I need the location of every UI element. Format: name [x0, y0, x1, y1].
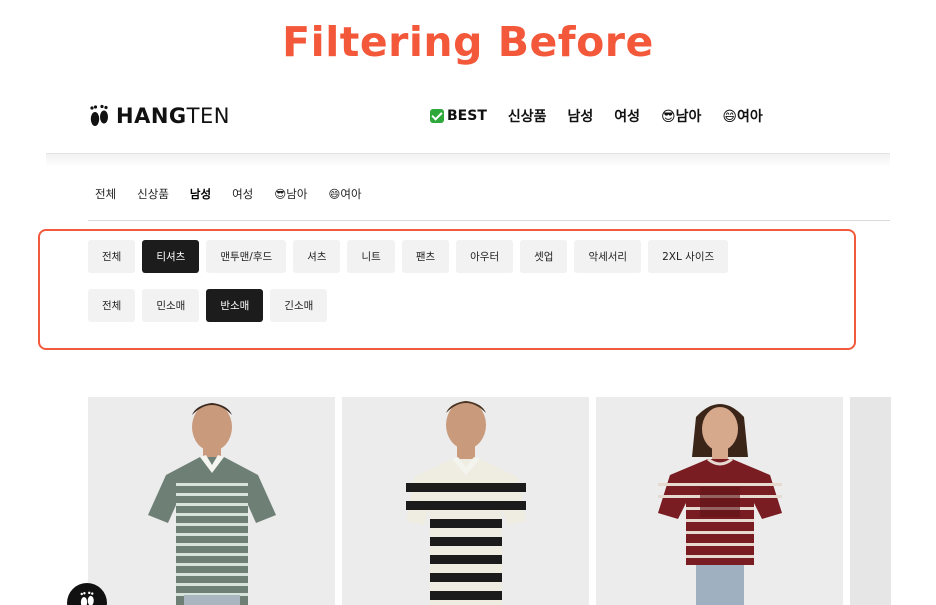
grey-striped-polo-photo	[88, 397, 335, 605]
sub-nav-new[interactable]: 신상품	[137, 186, 169, 202]
product-card[interactable]	[596, 397, 843, 605]
nav-item-boys[interactable]: 😎남아	[661, 106, 701, 126]
filter-chip-tshirts[interactable]: 티셔츠	[142, 240, 200, 273]
site-header: HANGTEN BEST 신상품 남성 여성 😎남아 😄여아	[46, 92, 890, 154]
filter-chip-2xl-size[interactable]: 2XL 사이즈	[648, 240, 729, 273]
logo-text-bold: HANG	[116, 104, 187, 128]
nav-item-women[interactable]: 여성	[614, 106, 640, 126]
sub-nav-all[interactable]: 전체	[95, 186, 116, 202]
filter-chip-pants[interactable]: 팬츠	[401, 240, 450, 273]
sub-nav-girls[interactable]: 😄여아	[328, 186, 361, 202]
filter-chip-long-sleeve[interactable]: 긴소매	[270, 289, 328, 322]
filter-chip-shirts[interactable]: 셔츠	[293, 240, 341, 273]
filter-chip-knit[interactable]: 니트	[347, 240, 395, 273]
product-card[interactable]	[342, 397, 589, 605]
product-grid	[88, 397, 891, 605]
sub-nav-men[interactable]: 남성	[190, 186, 211, 202]
filter-chip-sweatshirt-hoodie[interactable]: 맨투맨/후드	[206, 240, 287, 273]
filter-chip-short-sleeve[interactable]: 반소매	[206, 289, 264, 322]
logo-text: HANGTEN	[116, 104, 230, 128]
check-icon	[430, 109, 444, 123]
nav-item-men[interactable]: 남성	[568, 106, 594, 126]
filter-chip-all[interactable]: 전체	[88, 240, 136, 273]
filter-chip-outer[interactable]: 아우터	[456, 240, 514, 273]
sleeve-filter-row: 전체 민소매 반소매 긴소매	[88, 289, 328, 322]
burgundy-striped-tee-photo	[596, 397, 843, 605]
sub-nav: 전체 신상품 남성 여성 😎남아 😄여아	[95, 186, 362, 202]
slide-caption: Filtering Before	[282, 18, 654, 66]
brand-logo[interactable]: HANGTEN	[88, 104, 230, 128]
sub-nav-divider	[88, 220, 890, 221]
footprint-icon	[80, 591, 94, 605]
nav-item-girls[interactable]: 😄여아	[722, 106, 762, 126]
black-white-striped-polo-photo	[342, 397, 589, 605]
category-filter-row: 전체 티셔츠 맨투맨/후드 셔츠 니트 팬츠 아우터 셋업 악세서리 2XL 사…	[88, 240, 729, 273]
filter-chip-sleeve-all[interactable]: 전체	[88, 289, 136, 322]
logo-text-thin: TEN	[186, 104, 230, 128]
product-card-partial[interactable]	[850, 397, 891, 605]
nav-label: BEST	[447, 108, 487, 124]
sub-nav-boys[interactable]: 😎남아	[274, 186, 307, 202]
filter-chip-setup[interactable]: 셋업	[520, 240, 568, 273]
nav-item-best[interactable]: BEST	[430, 108, 487, 124]
sub-nav-women[interactable]: 여성	[232, 186, 253, 202]
main-nav: BEST 신상품 남성 여성 😎남아 😄여아	[430, 106, 763, 126]
product-card[interactable]	[88, 397, 335, 605]
header-shadow	[46, 154, 890, 168]
filter-chip-sleeveless[interactable]: 민소매	[142, 289, 200, 322]
nav-item-new[interactable]: 신상품	[508, 106, 547, 126]
footprint-icon	[90, 104, 108, 126]
filter-chip-accessories[interactable]: 악세서리	[574, 240, 642, 273]
